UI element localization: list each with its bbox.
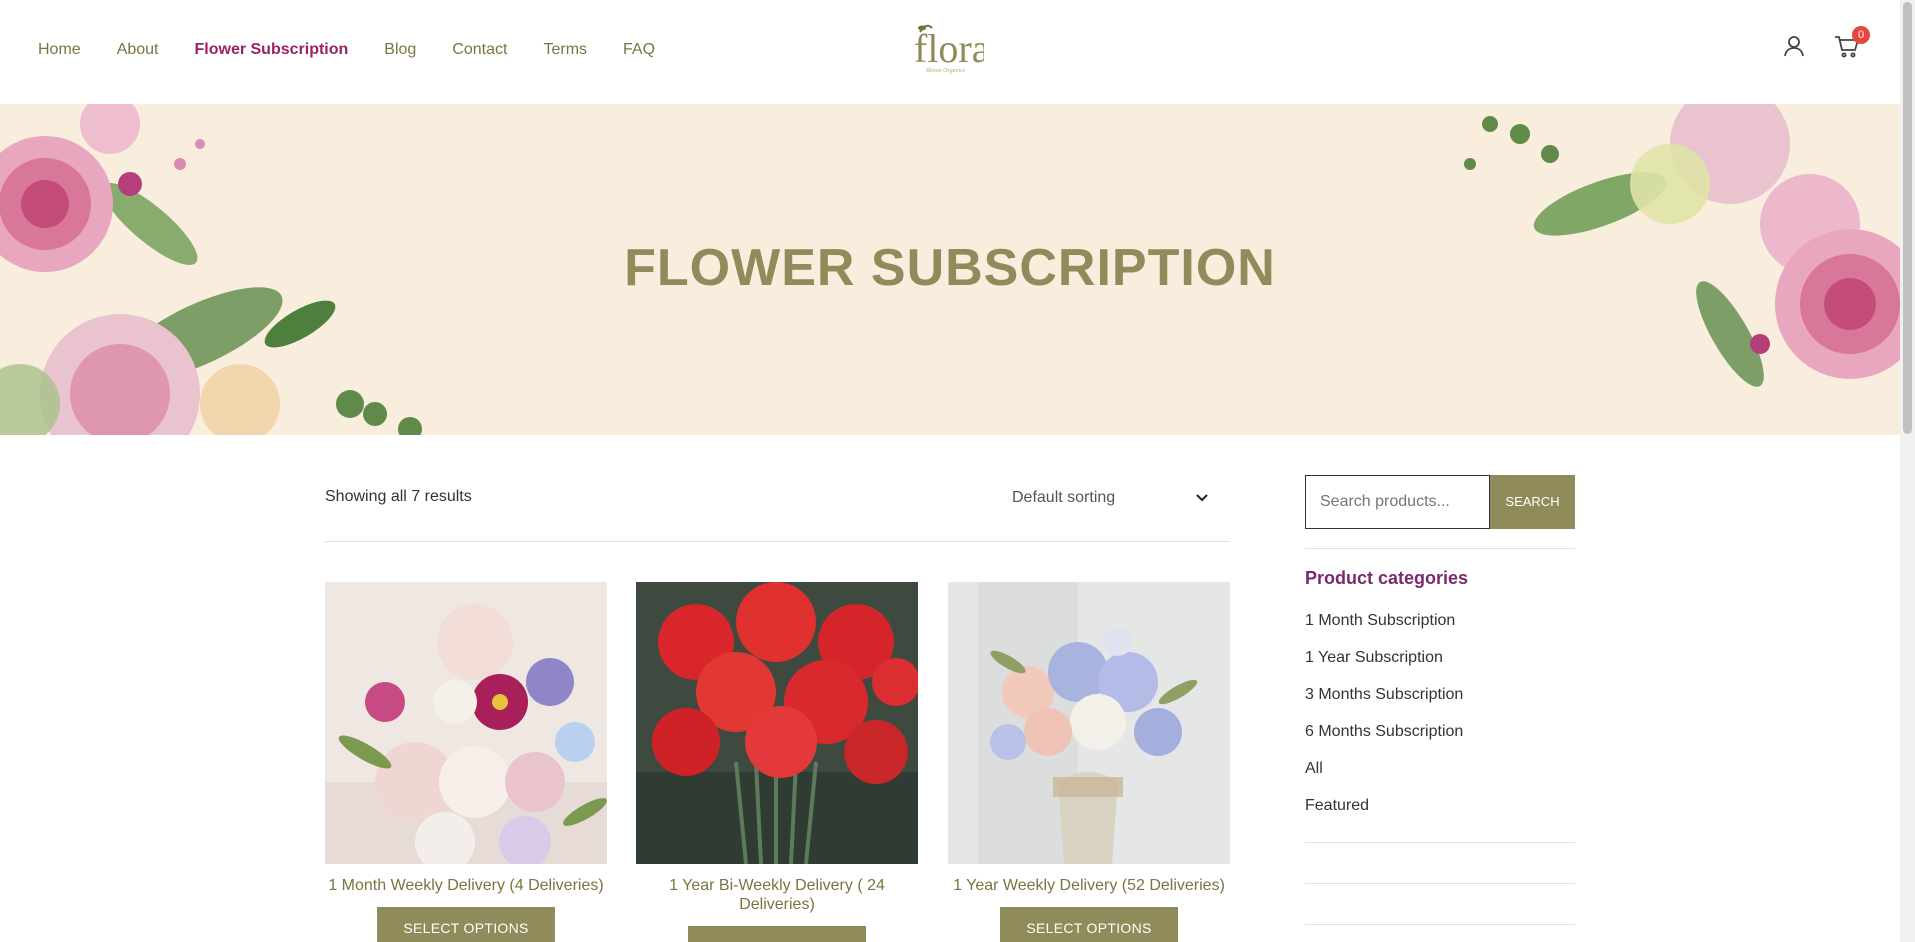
category-item[interactable]: All [1305, 760, 1463, 797]
page-scrollbar[interactable] [1900, 0, 1915, 942]
divider [1305, 548, 1575, 549]
divider [1305, 924, 1575, 925]
site-logo[interactable]: flora Bloom Organics [908, 18, 990, 78]
select-options-button[interactable]: SELECT OPTIONS [1000, 907, 1178, 942]
header-icons: 0 [1782, 26, 1870, 60]
divider [1305, 842, 1575, 843]
cart-icon[interactable]: 0 [1834, 26, 1870, 60]
product-image[interactable] [325, 582, 607, 864]
nav-blog[interactable]: Blog [384, 41, 416, 59]
sort-selected-value: Default sorting [1012, 489, 1116, 506]
divider [1305, 883, 1575, 884]
product-card: 1 Month Weekly Delivery (4 Deliveries) S… [325, 582, 607, 942]
nav-faq[interactable]: FAQ [623, 41, 655, 59]
product-search: SEARCH [1305, 475, 1575, 529]
category-item[interactable]: Featured [1305, 797, 1463, 834]
category-list: 1 Month Subscription 1 Year Subscription… [1305, 612, 1463, 834]
product-title[interactable]: 1 Year Weekly Delivery (52 Deliveries) [948, 876, 1230, 895]
nav-contact[interactable]: Contact [452, 41, 507, 59]
product-image[interactable] [636, 582, 918, 864]
product-card: 1 Year Weekly Delivery (52 Deliveries) S… [948, 582, 1230, 942]
search-button[interactable]: SEARCH [1490, 475, 1575, 529]
categories-heading: Product categories [1305, 568, 1469, 588]
nav-home[interactable]: Home [38, 41, 81, 59]
product-card: 1 Year Bi-Weekly Delivery ( 24 Deliverie… [636, 582, 918, 942]
main-nav: Home About Flower Subscription Blog Cont… [38, 0, 691, 100]
cart-count-badge: 0 [1852, 26, 1870, 44]
page-banner: FLOWER SUBSCRIPTION [0, 104, 1900, 435]
scrollbar-thumb[interactable] [1903, 2, 1912, 434]
site-header: Home About Flower Subscription Blog Cont… [0, 0, 1900, 104]
select-options-button[interactable]: SELECT OPTIONS [377, 907, 555, 942]
user-icon[interactable] [1782, 34, 1808, 60]
search-input[interactable] [1305, 475, 1490, 529]
svg-text:Bloom Organics: Bloom Organics [926, 68, 966, 74]
chevron-down-icon [1196, 489, 1208, 507]
divider [325, 541, 1230, 542]
results-count: Showing all 7 results [325, 488, 472, 505]
category-item[interactable]: 3 Months Subscription [1305, 686, 1463, 723]
page-title: FLOWER SUBSCRIPTION [624, 239, 1276, 297]
nav-terms[interactable]: Terms [543, 41, 587, 59]
product-image[interactable] [948, 582, 1230, 864]
select-options-button[interactable]: SELECT OPTIONS [688, 926, 866, 942]
category-item[interactable]: 1 Year Subscription [1305, 649, 1463, 686]
category-item[interactable]: 6 Months Subscription [1305, 723, 1463, 760]
sort-select[interactable]: Default sorting [1000, 476, 1220, 520]
svg-text:flora: flora [914, 26, 984, 71]
product-title[interactable]: 1 Month Weekly Delivery (4 Deliveries) [325, 876, 607, 895]
product-title[interactable]: 1 Year Bi-Weekly Delivery ( 24 Deliverie… [636, 876, 918, 914]
nav-about[interactable]: About [117, 41, 159, 59]
nav-flower-subscription[interactable]: Flower Subscription [195, 41, 349, 59]
category-item[interactable]: 1 Month Subscription [1305, 612, 1463, 649]
